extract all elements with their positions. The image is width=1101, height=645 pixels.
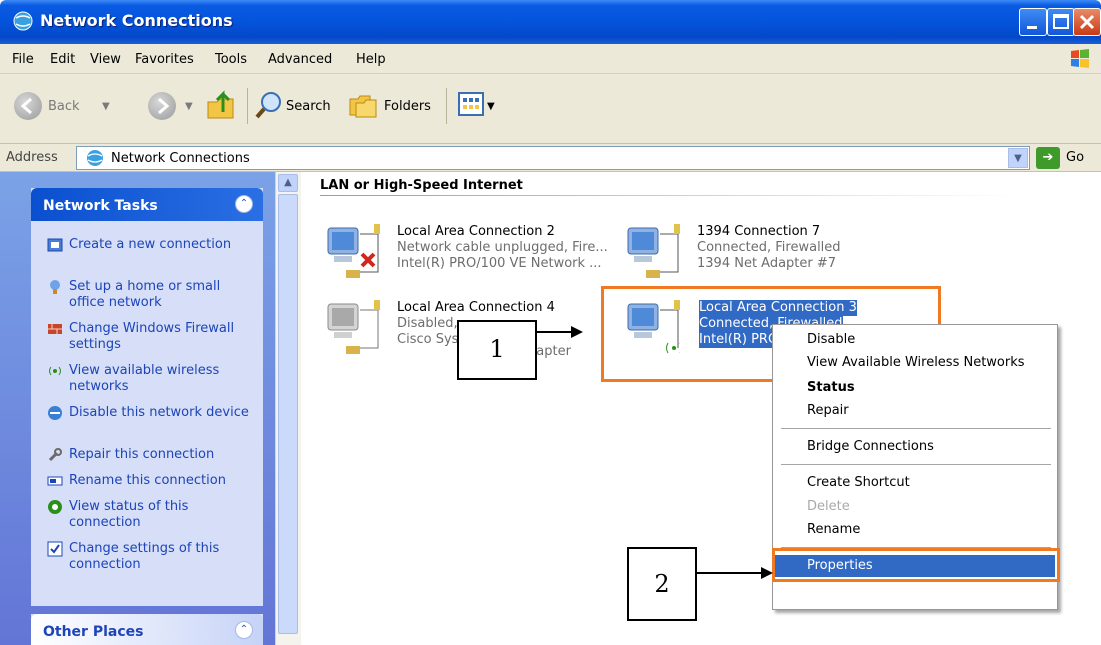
menu-view[interactable]: View [90,52,121,67]
menu-item-bridge[interactable]: Bridge Connections [775,436,1055,458]
views-icon[interactable] [458,92,484,116]
menu-item-delete: Delete [807,499,850,514]
home-network-icon [50,280,60,294]
connection-device: 1394 Net Adapter #7 [697,256,837,271]
scroll-up-icon[interactable]: ▲ [278,174,298,192]
forward-button[interactable] [148,92,176,120]
collapse-icon[interactable]: ⌃ [235,195,253,213]
folder-up-icon[interactable] [205,88,239,122]
network-tasks-panel: Network Tasks ⌃ Create a new connection … [31,188,263,606]
network-connections-icon [87,150,103,166]
firewall-icon [48,324,62,334]
disable-network-icon [48,406,62,420]
rename-icon [47,476,63,486]
settings-checkbox-icon [47,541,63,557]
menu-item-rename[interactable]: Rename [775,519,1055,541]
go-arrow-icon[interactable]: ➔ [1036,147,1060,169]
menu-item-disable[interactable]: Disable [775,329,1055,351]
toolbar-separator [247,88,248,124]
highlight-properties [772,548,1060,582]
forward-dropdown-icon[interactable]: ▼ [185,101,193,112]
address-dropdown-icon[interactable]: ▼ [1008,148,1028,168]
connection-status: Disabled, [397,316,458,331]
search-icon[interactable] [254,90,284,120]
forward-arrow-icon [158,97,170,115]
back-label[interactable]: Back [48,99,80,114]
connection-item-1394[interactable]: 1394 Connection 7 Connected, Firewalled … [622,220,882,280]
back-dropdown-icon[interactable]: ▼ [102,101,110,112]
go-button[interactable]: Go [1066,150,1084,165]
menu-separator [781,428,1051,429]
menu-file[interactable]: File [12,52,34,67]
network-tasks-title: Network Tasks [43,198,158,214]
address-bar: Address Network Connections ▼ ➔ Go [0,144,1101,172]
folders-icon[interactable] [348,91,378,119]
menu-advanced[interactable]: Advanced [268,52,332,67]
toolbar-separator [446,88,447,124]
task-pane-scrollbar[interactable]: ▲ [275,172,301,645]
window-title: Network Connections [40,11,233,30]
address-value: Network Connections [111,151,250,166]
group-title: LAN or High-Speed Internet [320,178,523,193]
menu-help[interactable]: Help [356,52,386,67]
repair-wrench-icon [48,448,62,462]
menu-item-create-shortcut[interactable]: Create Shortcut [775,472,1055,494]
group-divider [320,195,1020,196]
address-field[interactable]: Network Connections ▼ [76,146,1030,170]
back-button[interactable] [14,92,42,120]
network-disconnected-icon [327,224,380,278]
new-connection-icon [47,238,63,252]
toolbar: Back ▼ ▼ Search Folders ▼ [0,74,1101,144]
scrollbar-thumb[interactable] [278,194,298,634]
minimize-icon [1027,26,1037,29]
menu-item-status[interactable]: Status [775,377,1055,399]
windows-logo-icon [1071,49,1089,68]
connection-name: Local Area Connection 2 [397,224,555,239]
title-bar: Network Connections [0,0,1101,44]
menu-favorites[interactable]: Favorites [135,52,194,67]
back-arrow-icon [20,97,32,115]
address-label: Address [6,150,58,165]
task-pane: Network Tasks ⌃ Create a new connection … [0,172,275,645]
network-disabled-icon [327,300,380,354]
connection-device: Cisco Sys [397,332,459,347]
connection-name: 1394 Connection 7 [697,224,821,239]
network-connections-icon [13,11,33,31]
wireless-icon [49,366,61,376]
menu-edit[interactable]: Edit [50,52,75,67]
connection-device: Intel(R) PRO/100 VE Network ... [397,256,602,271]
close-button[interactable] [1073,8,1101,36]
callout-2: 2 [627,547,697,621]
callout-1: 1 [457,320,537,380]
folders-button[interactable]: Folders [384,99,431,114]
minimize-button[interactable] [1019,8,1047,36]
menu-separator [781,464,1051,465]
menu-tools[interactable]: Tools [215,52,247,67]
callout-arrow-icon [697,567,773,579]
other-places-header[interactable]: Other Places ⌃ [31,614,263,645]
network-tasks-header[interactable]: Network Tasks ⌃ [31,188,263,221]
search-button[interactable]: Search [286,99,331,114]
connection-status: Connected, Firewalled [697,240,841,255]
connection-name: Local Area Connection 4 [397,300,555,315]
maximize-button[interactable] [1047,8,1075,36]
other-places-title: Other Places [43,624,144,640]
views-dropdown-icon[interactable]: ▼ [487,101,495,112]
maximize-icon [1053,14,1069,29]
connection-status: Network cable unplugged, Fire... [397,240,608,255]
close-icon [1079,14,1095,30]
status-icon [48,500,62,514]
menu-item-view-wireless[interactable]: View Available Wireless Networks [775,352,1055,374]
menu-bar: File Edit View Favorites Tools Advanced … [0,44,1101,74]
connection-item-lac2[interactable]: Local Area Connection 2 Network cable un… [322,220,612,280]
callout-arrow-icon [535,326,583,338]
other-places-panel: Other Places ⌃ [31,614,263,645]
collapse-icon[interactable]: ⌃ [235,621,253,639]
network-connected-icon [627,224,680,278]
menu-item-repair[interactable]: Repair [775,400,1055,422]
